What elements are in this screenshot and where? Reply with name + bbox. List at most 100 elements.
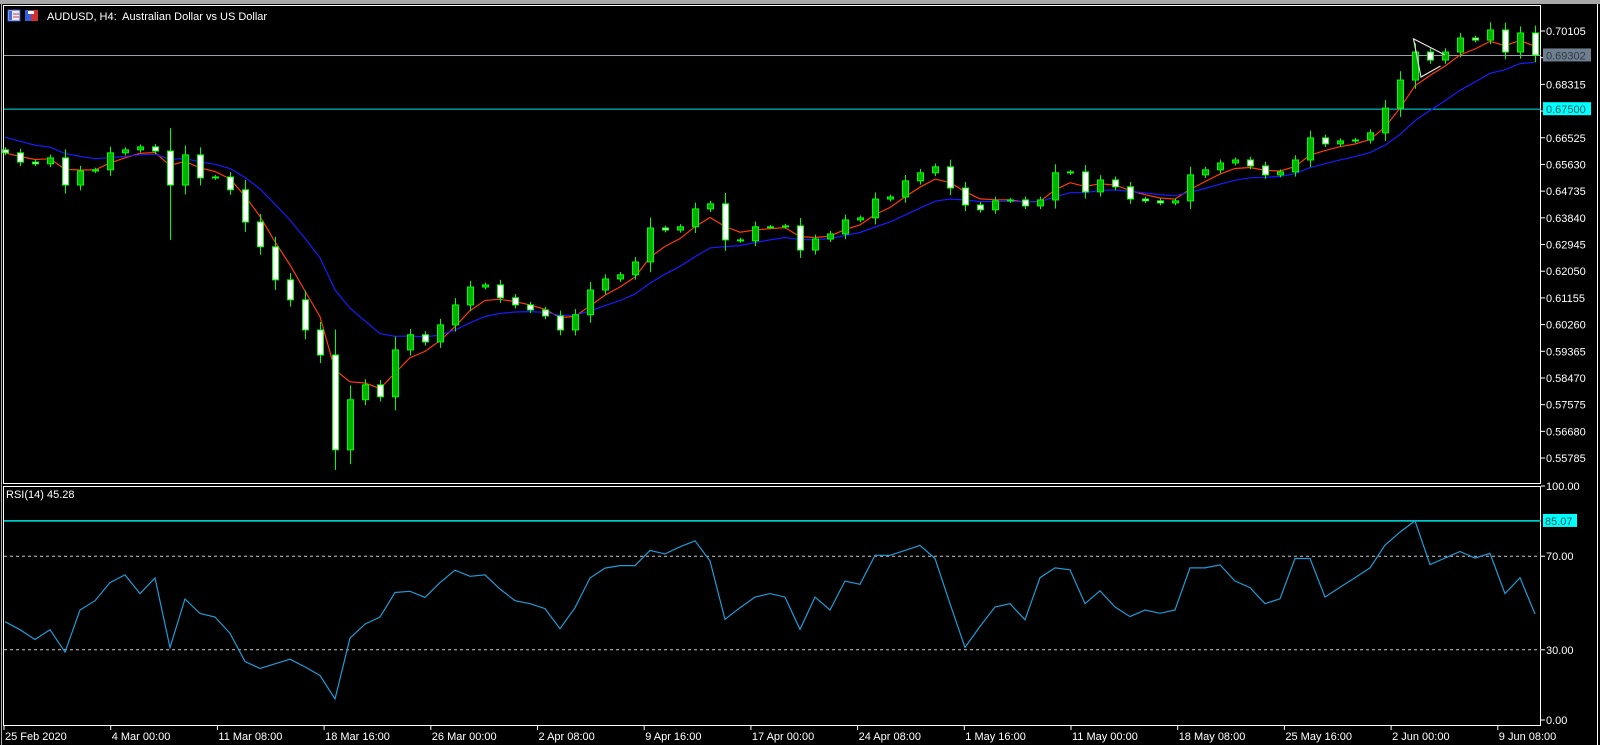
candle-body-bull — [437, 324, 444, 343]
candle-body-bull — [752, 226, 759, 242]
candle-body-bear — [1247, 159, 1254, 167]
window-top-border — [0, 0, 1600, 4]
candle-body-bear — [527, 304, 534, 311]
time-tick-label: 11 Mar 08:00 — [218, 731, 282, 743]
candle-body-bull — [1052, 172, 1059, 201]
candle-body-bull — [137, 146, 144, 151]
candle-body-bear — [1127, 186, 1134, 200]
candle-body-bull — [1352, 139, 1359, 142]
candle-body-bull — [932, 166, 939, 174]
candle-body-bull — [92, 169, 99, 172]
candle-body-bear — [62, 157, 69, 186]
candle-body-bear — [167, 150, 174, 186]
candle-body-bear — [1157, 200, 1164, 204]
price-tick-label: 0.68315 — [1546, 79, 1586, 91]
candle-body-bear — [1112, 179, 1119, 188]
candle-body-bull — [1172, 200, 1179, 204]
time-tick-label: 11 May 00:00 — [1072, 731, 1138, 743]
candle-body-bear — [662, 227, 669, 231]
time-tick-label: 2 Jun 00:00 — [1392, 731, 1450, 743]
candle-body-bull — [887, 196, 894, 200]
candle-body-bull — [1307, 137, 1314, 161]
candle-body-bear — [227, 176, 234, 191]
candle-body-bull — [1337, 140, 1344, 145]
candle-body-bear — [332, 354, 339, 451]
rsi-tick-label: 0.00 — [1546, 715, 1567, 727]
price-tick-label: 0.55785 — [1546, 453, 1586, 465]
candle-body-bull — [632, 261, 639, 276]
time-tick-label: 1 May 16:00 — [965, 731, 1026, 743]
price-tick-label: 0.59365 — [1546, 346, 1586, 358]
candle-body-bull — [707, 203, 714, 210]
time-tick-label: 18 May 08:00 — [1179, 731, 1246, 743]
candle-body-bear — [1262, 165, 1269, 176]
candle-body-bull — [1397, 79, 1404, 109]
candle-body-bull — [77, 170, 84, 186]
candle-body-bear — [32, 161, 39, 165]
price-level-label: 0.69302 — [1546, 50, 1586, 62]
candle-body-bull — [782, 225, 789, 228]
candle-body-bull — [212, 176, 219, 179]
candle-body-bull — [812, 238, 819, 251]
candle-body-bear — [737, 239, 744, 242]
candle-body-bear — [272, 246, 279, 281]
candle-body-bear — [377, 384, 384, 398]
time-axis[interactable]: 25 Feb 2020 4 Mar 00:00 11 Mar 08:00 18 Mar… — [3, 726, 1557, 743]
price-tick-label: 0.63840 — [1546, 213, 1586, 225]
candle-body-bull — [47, 157, 54, 165]
candle-body-bear — [242, 189, 249, 223]
rsi-pane[interactable] — [3, 486, 1541, 726]
time-tick-label: 2 Apr 08:00 — [539, 731, 595, 743]
candle-body-bull — [857, 217, 864, 221]
time-tick-label: 9 Jun 08:00 — [1499, 731, 1557, 743]
candle-body-bear — [2, 149, 9, 154]
candle-body-bull — [347, 399, 354, 451]
candle-body-bull — [452, 304, 459, 326]
candle-body-bull — [182, 154, 189, 186]
time-tick-label: 26 Mar 00:00 — [432, 731, 497, 743]
candle-body-bull — [122, 149, 129, 154]
price-tick-label: 0.70105 — [1546, 26, 1586, 38]
candle-body-bull — [902, 180, 909, 198]
candle-body-bull — [767, 226, 774, 229]
rsi-level-badge-label: 85.07 — [1545, 516, 1573, 528]
candle-body-bear — [1427, 51, 1434, 61]
price-level-label: 0.67500 — [1546, 104, 1586, 116]
price-tick-label: 0.56680 — [1546, 426, 1586, 438]
candle-body-bull — [392, 349, 399, 398]
time-tick-label: 25 Feb 2020 — [5, 731, 67, 743]
candle-body-bear — [1142, 198, 1149, 202]
candle-body-bear — [797, 225, 804, 251]
candle-body-bull — [107, 152, 114, 171]
candle-body-bear — [1322, 137, 1329, 145]
candle-body-bull — [587, 289, 594, 316]
candle-body-bear — [557, 315, 564, 331]
candle-body-bull — [1292, 159, 1299, 173]
candle-body-bear — [197, 154, 204, 179]
time-tick-label: 25 May 16:00 — [1285, 731, 1352, 743]
time-tick-label: 4 Mar 00:00 — [112, 731, 171, 743]
price-tick-label: 0.66525 — [1546, 133, 1586, 145]
rsi-axis[interactable]: 100.00 70.00 30.00 0.00 85.07 — [1541, 481, 1580, 727]
candle-body-bull — [1487, 29, 1494, 41]
candle-body-bull — [917, 172, 924, 182]
candle-body-bear — [512, 297, 519, 306]
candle-body-bull — [467, 286, 474, 306]
candle-body-bull — [1037, 199, 1044, 207]
candle-body-bull — [1217, 162, 1224, 171]
trading-chart[interactable]: AUDUSD, H4: Australian Dollar vs US Doll… — [0, 0, 1600, 745]
time-tick-label: 18 Mar 16:00 — [325, 731, 390, 743]
candle-body-bear — [1532, 32, 1539, 56]
price-tick-label: 0.62050 — [1546, 266, 1586, 278]
candle-body-bull — [1202, 169, 1209, 176]
time-tick-label: 9 Apr 16:00 — [645, 731, 701, 743]
candle-body-bull — [572, 314, 579, 331]
candle-body-bear — [1022, 199, 1029, 207]
candle-body-bull — [1382, 107, 1389, 134]
candle-body-bull — [1457, 37, 1464, 53]
price-axis[interactable]: 0.70105 0.68315 0.66525 0.65630 0.64735 0.638… — [1541, 26, 1586, 465]
main-pane[interactable] — [3, 5, 1541, 484]
candle-body-bear — [947, 166, 954, 189]
candle-body-bear — [422, 334, 429, 343]
candle-body-bear — [1472, 37, 1479, 41]
